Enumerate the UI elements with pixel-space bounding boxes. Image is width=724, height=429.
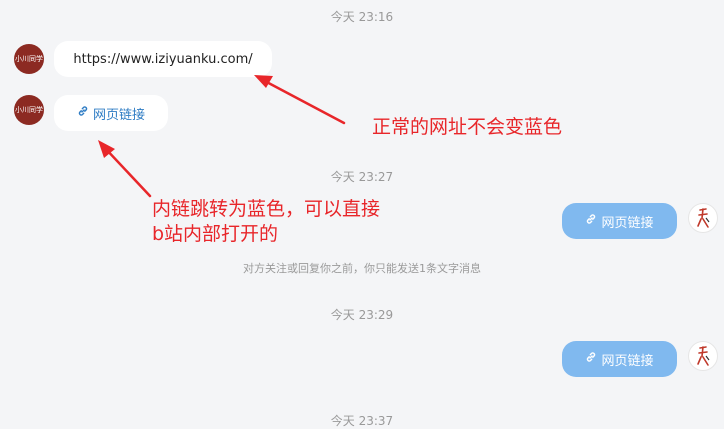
annotation-arrows [98,75,346,198]
arrow-to-url [254,75,346,125]
arrow-to-link [98,140,152,198]
